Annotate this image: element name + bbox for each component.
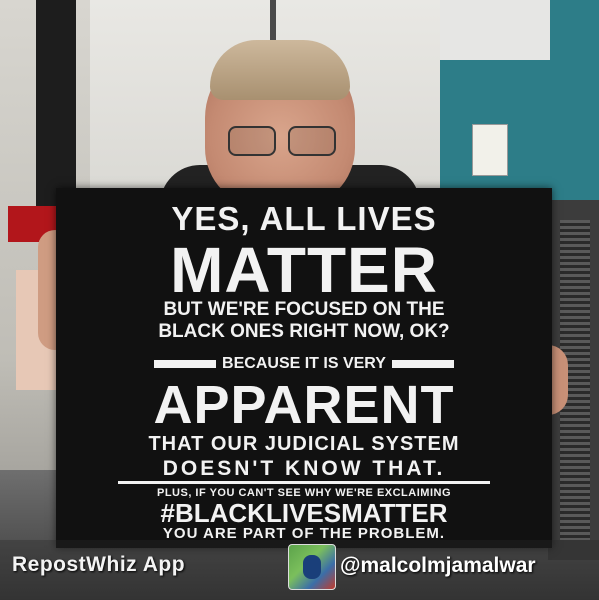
wall-notice xyxy=(472,124,508,176)
protest-sign: YES, ALL LIVES MATTER BUT WE'RE FOCUSED … xyxy=(56,188,552,548)
sign-bar-right xyxy=(391,359,454,368)
sign-line-2: MATTER xyxy=(170,234,438,306)
user-handle: @malcolmjamalwar xyxy=(340,554,536,577)
sign-line-6: APPARENT xyxy=(153,375,455,435)
sign-line-7: THAT OUR JUDICIAL SYSTEM xyxy=(148,433,460,455)
eyeglasses-lens-right xyxy=(288,126,336,156)
background-teal-wall xyxy=(440,0,599,210)
background-pillar xyxy=(36,0,76,210)
sign-line-1: YES, ALL LIVES xyxy=(171,200,437,237)
repost-app-label: RepostWhiz App xyxy=(12,553,186,576)
sign-line-4: BLACK ONES RIGHT NOW, OK? xyxy=(158,321,450,342)
sign-line-8: DOESN'T KNOW THAT. xyxy=(162,457,446,480)
sign-line-10: #BLACKLIVESMATTER xyxy=(160,498,448,528)
profile-avatar-icon xyxy=(288,544,336,590)
ceiling-panel xyxy=(440,0,550,60)
person-hair xyxy=(210,40,350,100)
sign-divider xyxy=(118,481,490,484)
avatar-figure xyxy=(303,555,321,579)
sign-line-11: YOU ARE PART OF THE PROBLEM. xyxy=(162,525,446,542)
sign-line-5: BECAUSE IT IS VERY xyxy=(56,356,552,372)
eyeglasses xyxy=(228,126,338,156)
sign-line-5-text: BECAUSE IT IS VERY xyxy=(222,355,386,372)
photo: YES, ALL LIVES MATTER BUT WE'RE FOCUSED … xyxy=(0,0,599,600)
sign-line-3: BUT WE'RE FOCUSED ON THE xyxy=(163,299,445,320)
eyeglasses-lens-left xyxy=(228,126,276,156)
sign-bar-left xyxy=(154,359,217,368)
